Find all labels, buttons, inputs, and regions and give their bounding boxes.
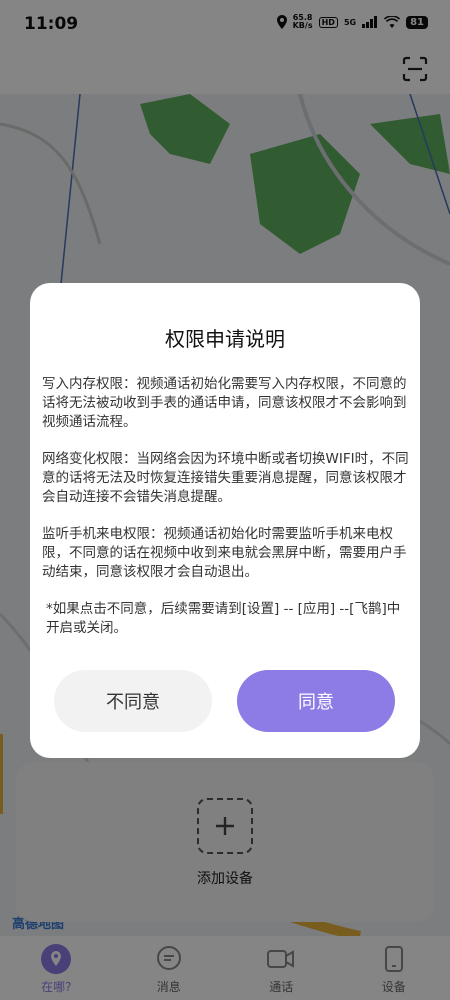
- disagree-button[interactable]: 不同意: [54, 670, 212, 732]
- dialog-title: 权限申请说明: [165, 327, 285, 351]
- permission-dialog: 权限申请说明 写入内存权限：视频通话初始化需要写入内存权限，不同意的话将无法被动…: [30, 283, 420, 758]
- dialog-body: 写入内存权限：视频通话初始化需要写入内存权限，不同意的话将无法被动收到手表的通话…: [42, 375, 410, 656]
- permission-phone-text: 监听手机来电权限：视频通话初始化时需要监听手机来电权限，不同意的话在视频中收到来…: [42, 526, 407, 580]
- permission-storage-text: 写入内存权限：视频通话初始化需要写入内存权限，不同意的话将无法被动收到手表的通话…: [42, 376, 407, 430]
- agree-button[interactable]: 同意: [237, 670, 395, 732]
- permission-note-text: *如果点击不同意，后续需要请到[设置] -- [应用] --[飞鹊]中开启或关闭…: [46, 601, 401, 636]
- permission-network-text: 网络变化权限：当网络会因为环境中断或者切换WIFI时，不同意的话将无法及时恢复连…: [42, 451, 409, 505]
